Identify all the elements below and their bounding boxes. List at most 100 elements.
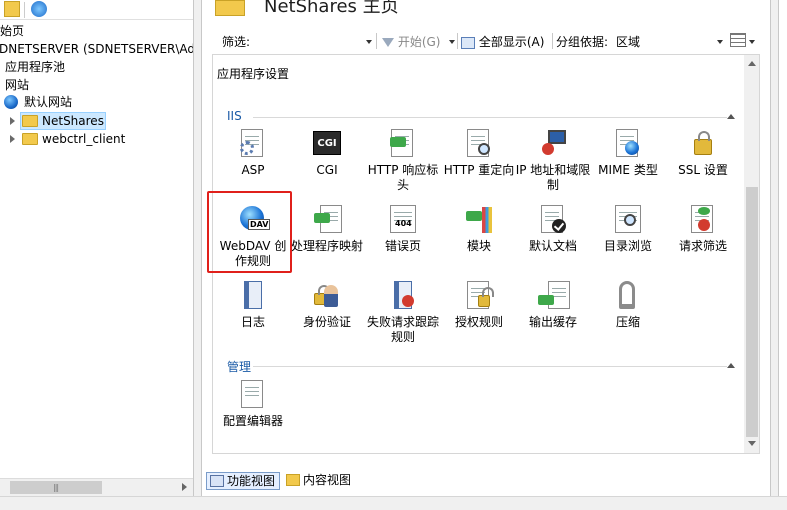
tab-features-view[interactable]: 功能视图 (206, 472, 281, 490)
tree-node-netshares[interactable]: NetShares (0, 112, 193, 130)
feature-failed-request-tracing[interactable]: 失败请求跟踪规则 (365, 281, 441, 345)
feature-request-filtering[interactable]: 请求筛选 (665, 205, 741, 254)
tree-node-default-site[interactable]: 默认网站 (0, 93, 193, 111)
feature-label: 处理程序映射 (290, 239, 363, 253)
start-label: 开始(G) (397, 35, 441, 49)
feature-label: 日志 (240, 315, 265, 329)
filter-separator (376, 33, 377, 49)
feature-authentication[interactable]: 身份验证 (289, 281, 365, 330)
asp-icon (238, 129, 268, 159)
scroll-right-icon[interactable] (182, 483, 187, 491)
funnel-icon (382, 37, 394, 48)
feature-label: 请求筛选 (678, 239, 727, 253)
scrollbar-thumb[interactable]: ||| (10, 481, 102, 494)
feature-label: 模块 (466, 239, 491, 253)
connections-toolbar (0, 0, 193, 20)
feature-label: 授权规则 (454, 315, 503, 329)
feature-label: 应用程序设置 (216, 67, 289, 81)
show-all-button[interactable]: 全部显示(A) (461, 33, 544, 50)
globe-icon (4, 95, 18, 109)
start-filter-button[interactable]: 开始(G) (382, 33, 441, 50)
feature-http-response-headers[interactable]: HTTP 响应标头 (365, 129, 441, 193)
http-response-headers-icon (388, 129, 418, 159)
feature-label: 输出缓存 (528, 315, 577, 329)
failed-request-tracing-icon (388, 281, 418, 311)
feature-label: 失败请求跟踪规则 (366, 315, 439, 344)
features-vertical-scrollbar[interactable] (744, 55, 759, 453)
feature-ip-domain-restrictions[interactable]: IP 地址和域限制 (515, 129, 591, 193)
feature-modules[interactable]: 模块 (441, 205, 517, 254)
authorization-rules-icon (464, 281, 494, 311)
feature-label: 目录浏览 (603, 239, 652, 253)
group-divider (253, 366, 727, 367)
request-filtering-icon (688, 205, 718, 235)
feature-label: 错误页 (384, 239, 421, 253)
collapse-group-icon[interactable] (727, 114, 735, 119)
folder-icon (22, 133, 38, 145)
tab-content-view[interactable]: 内容视图 (283, 472, 351, 490)
features-view-icon (210, 475, 224, 487)
status-bar (0, 496, 787, 510)
default-document-icon (538, 205, 568, 235)
feature-cgi[interactable]: CGI CGI (289, 129, 365, 178)
tree-node-label: 默认网站 (24, 95, 73, 109)
tree-node-webctrl-client[interactable]: webctrl_client (0, 130, 193, 148)
iis-manager-window: 始页 DNETSERVER (SDNETSERVER\Adm 应用程序池 网站 … (0, 0, 787, 510)
authentication-icon (312, 281, 342, 311)
handler-mappings-icon (312, 205, 342, 235)
filter-bar: 筛选: 开始(G) 全部显示(A) 分组依据: 区域 (212, 30, 762, 52)
feature-app-settings[interactable]: 应用程序设置 (215, 67, 291, 82)
group-by-dropdown-icon[interactable] (717, 40, 723, 44)
collapse-group-icon[interactable] (727, 363, 735, 368)
scroll-up-icon[interactable] (748, 61, 756, 66)
scroll-down-icon[interactable] (748, 441, 756, 446)
show-all-label: 全部显示(A) (478, 35, 545, 49)
view-mode-dropdown-icon[interactable] (749, 40, 755, 44)
feature-output-caching[interactable]: 输出缓存 (515, 281, 591, 330)
connect-server-icon[interactable] (31, 1, 47, 17)
mime-types-icon (613, 129, 643, 159)
filter-input[interactable] (256, 32, 376, 50)
feature-label: 默认文档 (528, 239, 577, 253)
feature-http-redirect[interactable]: HTTP 重定向 (441, 129, 517, 178)
feature-compression[interactable]: 压缩 (590, 281, 666, 330)
error-pages-icon: 404 (388, 205, 418, 235)
feature-authorization-rules[interactable]: 授权规则 (441, 281, 517, 330)
expand-arrow-icon[interactable] (10, 135, 15, 143)
feature-label: IP 地址和域限制 (515, 163, 591, 192)
view-mode-icon[interactable] (730, 33, 746, 47)
group-by-select[interactable]: 区域 (616, 33, 640, 50)
feature-label: MIME 类型 (598, 163, 658, 177)
filter-label: 筛选: (222, 35, 251, 49)
folder-up-icon[interactable] (4, 1, 20, 17)
modules-icon (464, 205, 494, 235)
feature-default-document[interactable]: 默认文档 (515, 205, 591, 254)
feature-label: 压缩 (615, 315, 640, 329)
show-all-icon (461, 36, 475, 49)
feature-mime-types[interactable]: MIME 类型 (590, 129, 666, 178)
feature-asp[interactable]: ASP (215, 129, 291, 178)
feature-label: HTTP 重定向 (443, 163, 515, 177)
feature-error-pages[interactable]: 404 错误页 (365, 205, 441, 254)
content-view-icon (286, 474, 300, 486)
expand-arrow-icon[interactable] (10, 117, 15, 125)
feature-configuration-editor[interactable]: 配置编辑器 (215, 380, 291, 429)
group-divider (253, 117, 727, 118)
page-title: NetShares 主页 (264, 0, 399, 17)
feature-label: 配置编辑器 (222, 414, 283, 428)
group-by-label: 分组依据: (556, 35, 609, 49)
http-redirect-icon (464, 129, 494, 159)
feature-logging[interactable]: 日志 (215, 281, 291, 330)
feature-handler-mappings[interactable]: 处理程序映射 (289, 205, 365, 254)
output-caching-icon (538, 281, 570, 311)
tree-node-label: webctrl_client (42, 132, 126, 146)
feature-label: 身份验证 (302, 315, 351, 329)
scrollbar-thumb[interactable] (746, 187, 758, 437)
folder-icon (22, 115, 38, 127)
filter-dropdown-icon[interactable] (366, 40, 372, 44)
feature-ssl-settings[interactable]: SSL 设置 (665, 129, 741, 178)
feature-directory-browsing[interactable]: 目录浏览 (590, 205, 666, 254)
tree-horizontal-scrollbar[interactable]: ||| (0, 478, 193, 496)
tree-node-label: DNETSERVER (SDNETSERVER\Adm (0, 42, 194, 56)
start-dropdown-icon[interactable] (449, 40, 455, 44)
